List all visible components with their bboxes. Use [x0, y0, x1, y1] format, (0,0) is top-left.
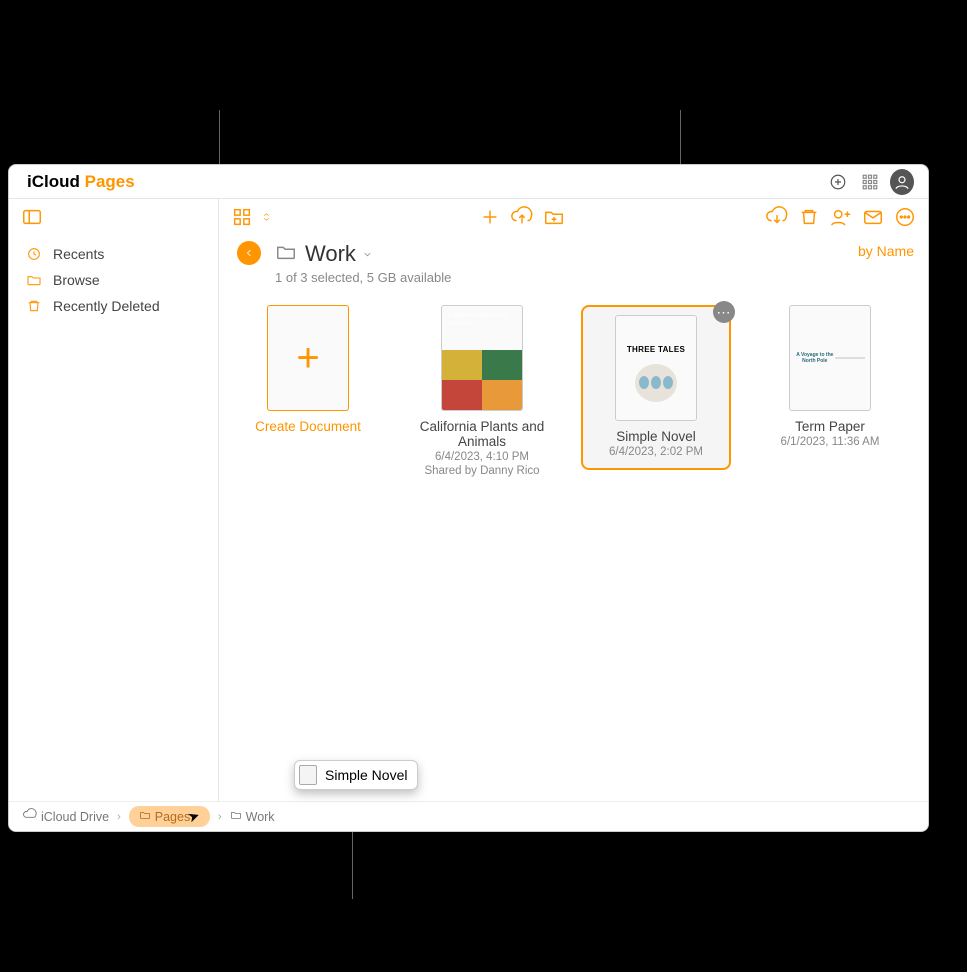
delete-trash-icon[interactable] [798, 206, 820, 228]
document-thumbnail: California Plants and Animals [441, 305, 523, 411]
collaborate-icon[interactable] [830, 206, 852, 228]
document-grid: + Create Document California Plants and … [219, 295, 928, 487]
sort-arrows-icon[interactable] [255, 206, 277, 228]
trash-icon [25, 298, 43, 314]
clock-icon [25, 246, 43, 262]
sidebar-item-browse[interactable]: Browse [15, 267, 212, 293]
sidebar-item-recents[interactable]: Recents [15, 241, 212, 267]
brand-label: iCloud Pages [27, 172, 135, 192]
title-bar: iCloud Pages [9, 165, 928, 199]
folder-icon [275, 241, 297, 268]
back-button[interactable] [237, 241, 261, 265]
cloud-icon [23, 808, 37, 825]
account-avatar-icon[interactable] [890, 170, 914, 194]
create-thumb: + [267, 305, 349, 411]
folder-icon [139, 809, 151, 824]
view-grid-icon[interactable] [231, 206, 253, 228]
brand-suffix: Pages [85, 172, 135, 191]
selection-status: 1 of 3 selected, 5 GB available [275, 270, 451, 285]
sidebar-item-label: Recents [53, 246, 104, 262]
content-header: Work 1 of 3 selected, 5 GB available by … [219, 235, 928, 295]
main-panel: Work 1 of 3 selected, 5 GB available by … [219, 199, 928, 831]
document-thumbnail: THREE TALES [615, 315, 697, 421]
create-label: Create Document [255, 419, 361, 434]
breadcrumb-item-highlight[interactable]: Pages ➤ [129, 806, 210, 827]
new-folder-icon[interactable] [543, 206, 565, 228]
document-tile-selected[interactable]: ⋯ THREE TALES Simple Novel 6/4/2023, 2:0… [581, 305, 731, 470]
document-date: 6/4/2023, 4:10 PM [435, 451, 529, 463]
upload-cloud-icon[interactable] [511, 206, 533, 228]
sidebar-item-recently-deleted[interactable]: Recently Deleted [15, 293, 212, 319]
app-window: iCloud Pages [8, 164, 929, 832]
folder-title: Work [305, 241, 356, 267]
sidebar-item-label: Browse [53, 272, 100, 288]
document-tile[interactable]: A Voyage to the North Pole Term Paper 6/… [755, 305, 905, 448]
document-name: California Plants and Animals [407, 419, 557, 449]
document-tile[interactable]: California Plants and Animals California… [407, 305, 557, 477]
chevron-right-icon: › [117, 811, 121, 823]
document-date: 6/1/2023, 11:36 AM [781, 436, 880, 448]
breadcrumb-label: iCloud Drive [41, 810, 109, 824]
breadcrumb-item[interactable]: Work [230, 809, 275, 824]
main-toolbar [219, 199, 928, 235]
document-thumbnail: A Voyage to the North Pole [789, 305, 871, 411]
create-document-tile[interactable]: + Create Document [233, 305, 383, 434]
tile-more-button[interactable]: ⋯ [713, 301, 735, 323]
folder-icon [230, 809, 242, 824]
drag-tooltip-label: Simple Novel [325, 767, 407, 783]
document-date: 6/4/2023, 2:02 PM [607, 446, 705, 458]
plus-icon: + [296, 336, 319, 381]
callout-line [352, 826, 353, 899]
breadcrumb-item[interactable]: iCloud Drive [23, 808, 109, 825]
sidebar-toggle-icon[interactable] [21, 206, 43, 228]
plus-icon[interactable] [479, 206, 501, 228]
sidebar-item-label: Recently Deleted [53, 298, 160, 314]
document-mini-icon [299, 765, 317, 785]
drag-tooltip: Simple Novel [294, 760, 418, 790]
chevron-right-icon: › [218, 811, 222, 823]
sidebar: Recents Browse Recently Deleted [9, 199, 219, 831]
breadcrumb-label: Work [246, 810, 275, 824]
document-shared: Shared by Danny Rico [424, 465, 539, 477]
add-circle-icon[interactable] [826, 170, 850, 194]
more-ellipsis-icon[interactable] [894, 206, 916, 228]
breadcrumb: iCloud Drive › Pages ➤ › Work [9, 801, 928, 831]
mail-icon[interactable] [862, 206, 884, 228]
brand-prefix: iCloud [27, 172, 85, 191]
download-cloud-icon[interactable] [766, 206, 788, 228]
folder-icon [25, 272, 43, 288]
app-grid-icon[interactable] [858, 170, 882, 194]
chevron-down-icon[interactable] [362, 249, 373, 263]
sort-by-button[interactable]: by Name [858, 239, 914, 259]
document-name: Simple Novel [607, 429, 705, 444]
document-name: Term Paper [795, 419, 865, 434]
